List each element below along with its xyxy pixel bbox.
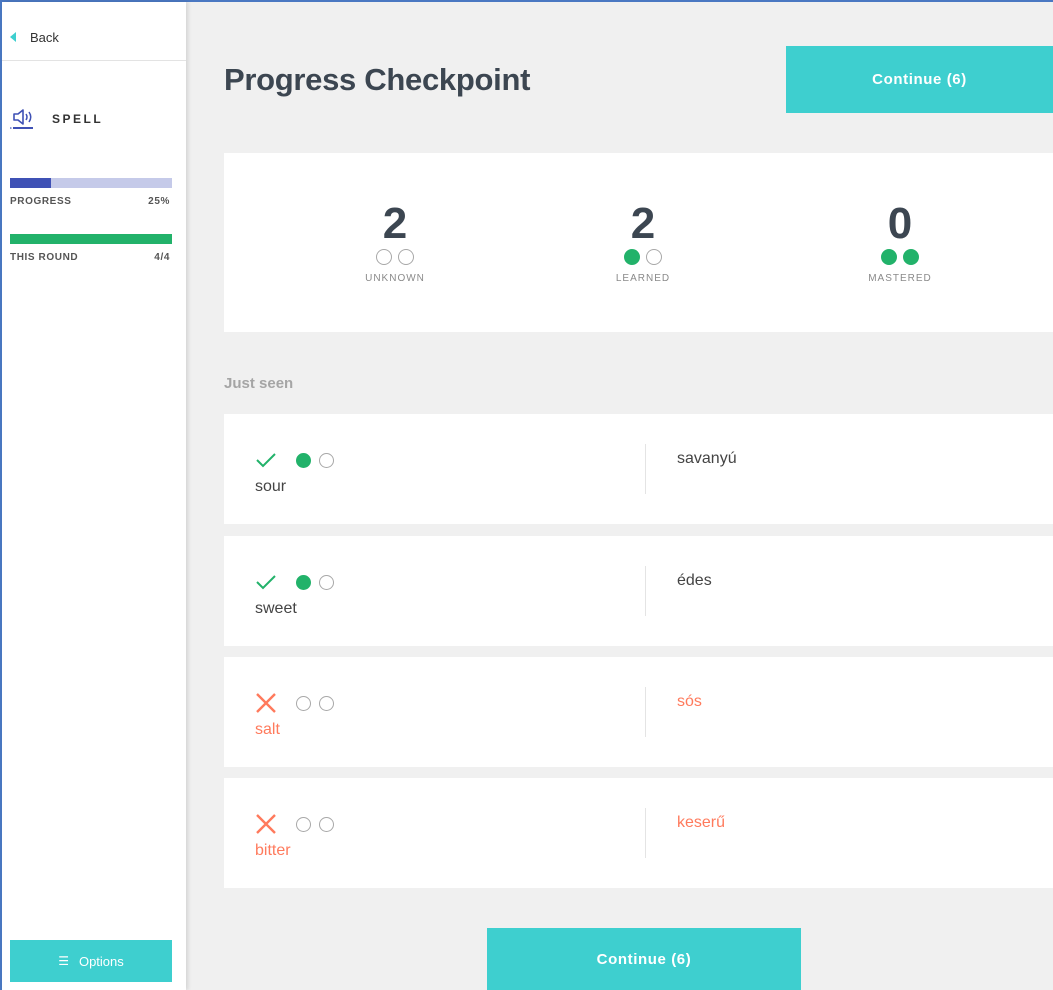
dot-1	[296, 574, 311, 590]
term-word: sweet	[255, 600, 297, 617]
progress-bar	[10, 178, 172, 188]
dot-1	[296, 452, 311, 468]
term-separator	[645, 687, 646, 737]
check-icon	[254, 570, 278, 594]
term-separator	[645, 444, 646, 494]
study-mode: SPELL	[10, 108, 103, 130]
term-definition: édes	[677, 572, 712, 589]
stat-value: 2	[630, 199, 656, 248]
stat-value: 2	[382, 199, 408, 248]
term-dots	[296, 695, 334, 711]
progress-label: PROGRESS	[10, 196, 72, 207]
page-title: Progress Checkpoint	[224, 62, 531, 97]
term-status	[254, 691, 334, 715]
stats-panel: 2 UNKNOWN 2 LEARNED 0 MASTERED	[224, 153, 1053, 332]
stat-unknown: 2 UNKNOWN	[325, 199, 465, 285]
cross-icon	[254, 812, 278, 836]
dot-1	[296, 695, 311, 711]
term-word: bitter	[255, 842, 291, 859]
round-bar	[10, 234, 172, 244]
dot-1	[376, 249, 392, 265]
term-dots	[296, 574, 334, 590]
stat-dots	[573, 249, 713, 265]
speaker-icon	[10, 109, 33, 129]
dot-2	[646, 249, 662, 265]
stat-caption: UNKNOWN	[365, 273, 425, 284]
continue-button-top[interactable]: Continue (6)	[786, 46, 1053, 113]
stat-caption: MASTERED	[868, 273, 932, 284]
stat-dots	[830, 249, 970, 265]
mode-label: SPELL	[52, 112, 104, 126]
options-label: Options	[78, 953, 124, 969]
term-word: salt	[255, 721, 280, 738]
sliders-icon: ☰	[58, 954, 69, 968]
term-card: sweet édes	[224, 536, 1053, 646]
dot-1	[296, 816, 311, 832]
round-row: THIS ROUND 4/4	[10, 252, 170, 263]
term-definition: keserű	[677, 814, 726, 831]
term-status	[254, 570, 334, 594]
term-dots	[296, 816, 334, 832]
term-definition: savanyú	[677, 450, 737, 467]
dot-1	[881, 249, 897, 265]
term-card: salt sós	[224, 657, 1053, 767]
stat-learned: 2 LEARNED	[573, 199, 713, 285]
sidebar: Back SPELL PROGRESS 25% THIS ROUND 4/4 ☰…	[2, 2, 186, 990]
term-dots	[296, 452, 334, 468]
dot-2	[319, 574, 334, 590]
dot-2	[903, 249, 919, 265]
term-card: bitter keserű	[224, 778, 1053, 888]
stat-mastered: 0 MASTERED	[830, 199, 970, 285]
term-card: sour savanyú	[224, 414, 1053, 524]
stat-dots	[325, 249, 465, 265]
dot-2	[319, 816, 334, 832]
term-word: sour	[255, 478, 287, 495]
round-value: 4/4	[154, 252, 170, 263]
cross-icon	[254, 691, 278, 715]
continue-button-bottom[interactable]: Continue (6)	[487, 928, 801, 990]
dot-1	[624, 249, 640, 265]
stat-caption: LEARNED	[615, 273, 671, 284]
back-label: Back	[30, 29, 59, 45]
term-definition: sós	[677, 693, 702, 710]
dot-2	[319, 695, 334, 711]
stat-value: 0	[887, 199, 913, 248]
term-status	[254, 812, 334, 836]
dot-2	[319, 452, 334, 468]
progress-value: 25%	[148, 196, 170, 207]
sidebar-divider	[2, 60, 186, 61]
back-arrow-icon	[10, 32, 16, 42]
round-label: THIS ROUND	[10, 252, 79, 263]
just-seen-heading: Just seen	[224, 375, 294, 392]
term-status	[254, 448, 334, 472]
back-button[interactable]: Back	[10, 26, 59, 48]
dot-2	[398, 249, 414, 265]
term-separator	[645, 566, 646, 616]
check-icon	[254, 448, 278, 472]
options-button[interactable]: ☰ Options	[10, 940, 172, 982]
progress-row: PROGRESS 25%	[10, 196, 170, 207]
term-separator	[645, 808, 646, 858]
